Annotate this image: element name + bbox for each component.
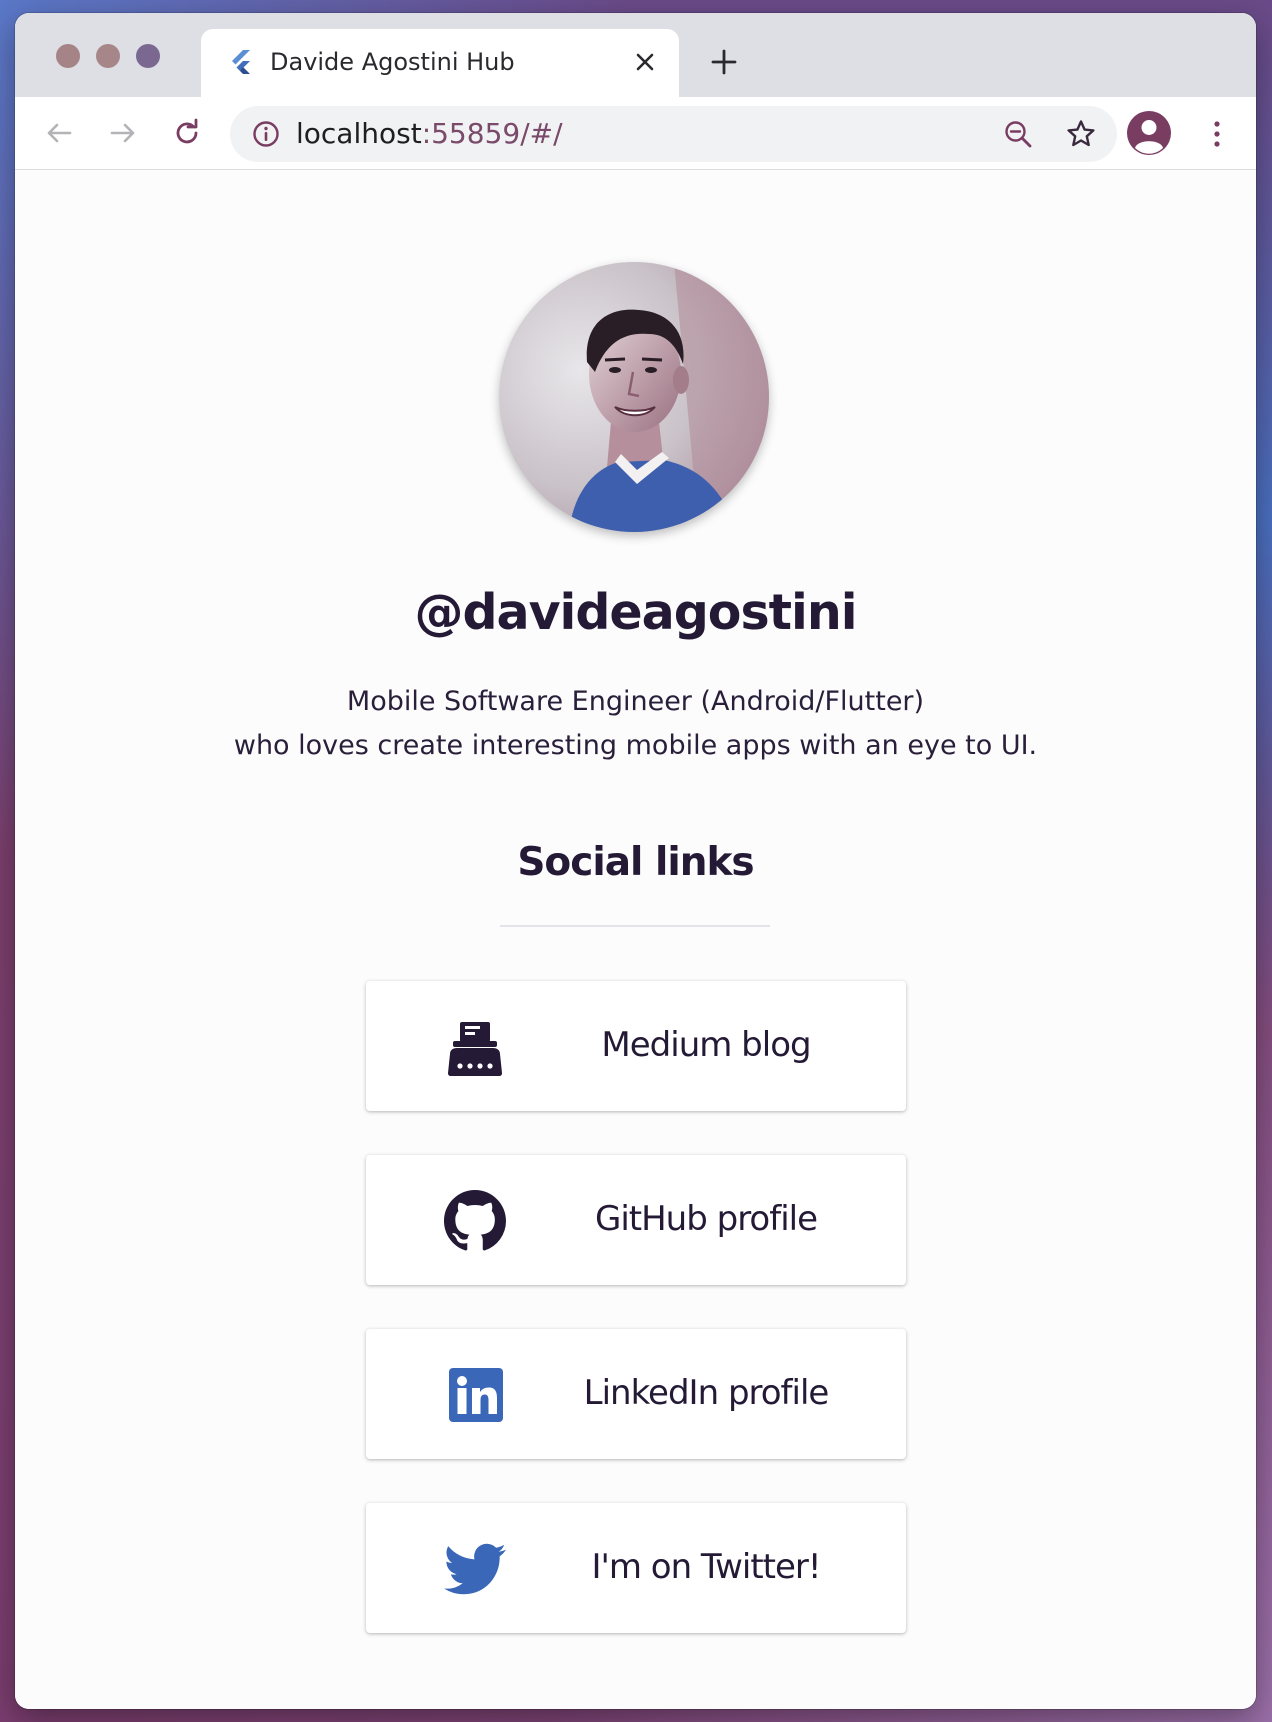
forward-arrow-icon[interactable] <box>107 117 139 149</box>
plus-icon[interactable] <box>709 47 739 77</box>
tab-active[interactable]: Davide Agostini Hub <box>201 29 679 97</box>
more-vertical-icon[interactable] <box>1211 119 1223 149</box>
bookmark-star-icon[interactable] <box>1065 118 1097 150</box>
typewriter-icon <box>448 1022 502 1076</box>
maximize-window-button[interactable] <box>136 44 160 68</box>
user-icon <box>1135 120 1163 154</box>
bio-line-1: Mobile Software Engineer (Android/Flutte… <box>346 686 925 717</box>
browser-window: Davide Agostini Hub localhost:55859/#/ @… <box>15 13 1256 1709</box>
back-arrow-icon[interactable] <box>43 117 75 149</box>
profile-handle: @davideagostini <box>414 584 857 641</box>
url-text[interactable]: localhost:55859/#/ <box>296 117 563 151</box>
profile-photo <box>499 262 769 532</box>
close-icon[interactable] <box>631 48 659 76</box>
tab-title: Davide Agostini Hub <box>270 48 515 76</box>
close-window-button[interactable] <box>56 44 80 68</box>
github-profile-button[interactable]: GitHub profile <box>366 1155 906 1285</box>
browser-toolbar: localhost:55859/#/ <box>15 97 1256 170</box>
bio-line-2: who loves create interesting mobile apps… <box>233 730 1038 761</box>
linkedin-icon <box>449 1368 503 1422</box>
medium-blog-button[interactable]: Medium blog <box>366 981 906 1111</box>
zoom-out-icon[interactable] <box>1003 119 1033 149</box>
flutter-icon <box>232 50 250 74</box>
twitter-icon <box>444 1543 506 1595</box>
linkedin-profile-button[interactable]: LinkedIn profile <box>366 1329 906 1459</box>
info-icon[interactable] <box>252 120 280 148</box>
github-icon <box>444 1190 506 1251</box>
twitter-button[interactable]: I'm on Twitter! <box>366 1503 906 1633</box>
page-content: @davideagostini Mobile Software Engineer… <box>15 170 1256 1709</box>
url-path: :55859/#/ <box>421 117 563 150</box>
minimize-window-button[interactable] <box>96 44 120 68</box>
link-label: GitHub profile <box>594 1199 818 1239</box>
link-label: LinkedIn profile <box>583 1373 830 1413</box>
profile-bio: Mobile Software Engineer (Android/Flutte… <box>15 680 1256 768</box>
tab-strip: Davide Agostini Hub <box>15 13 1256 97</box>
address-bar[interactable]: localhost:55859/#/ <box>230 106 1117 162</box>
link-label: I'm on Twitter! <box>591 1547 821 1587</box>
link-label: Medium blog <box>601 1025 811 1065</box>
divider <box>500 925 770 927</box>
reload-icon[interactable] <box>171 117 203 149</box>
url-host: localhost <box>296 117 422 150</box>
social-links-title: Social links <box>517 840 754 885</box>
profile-avatar-button[interactable] <box>1127 111 1171 155</box>
